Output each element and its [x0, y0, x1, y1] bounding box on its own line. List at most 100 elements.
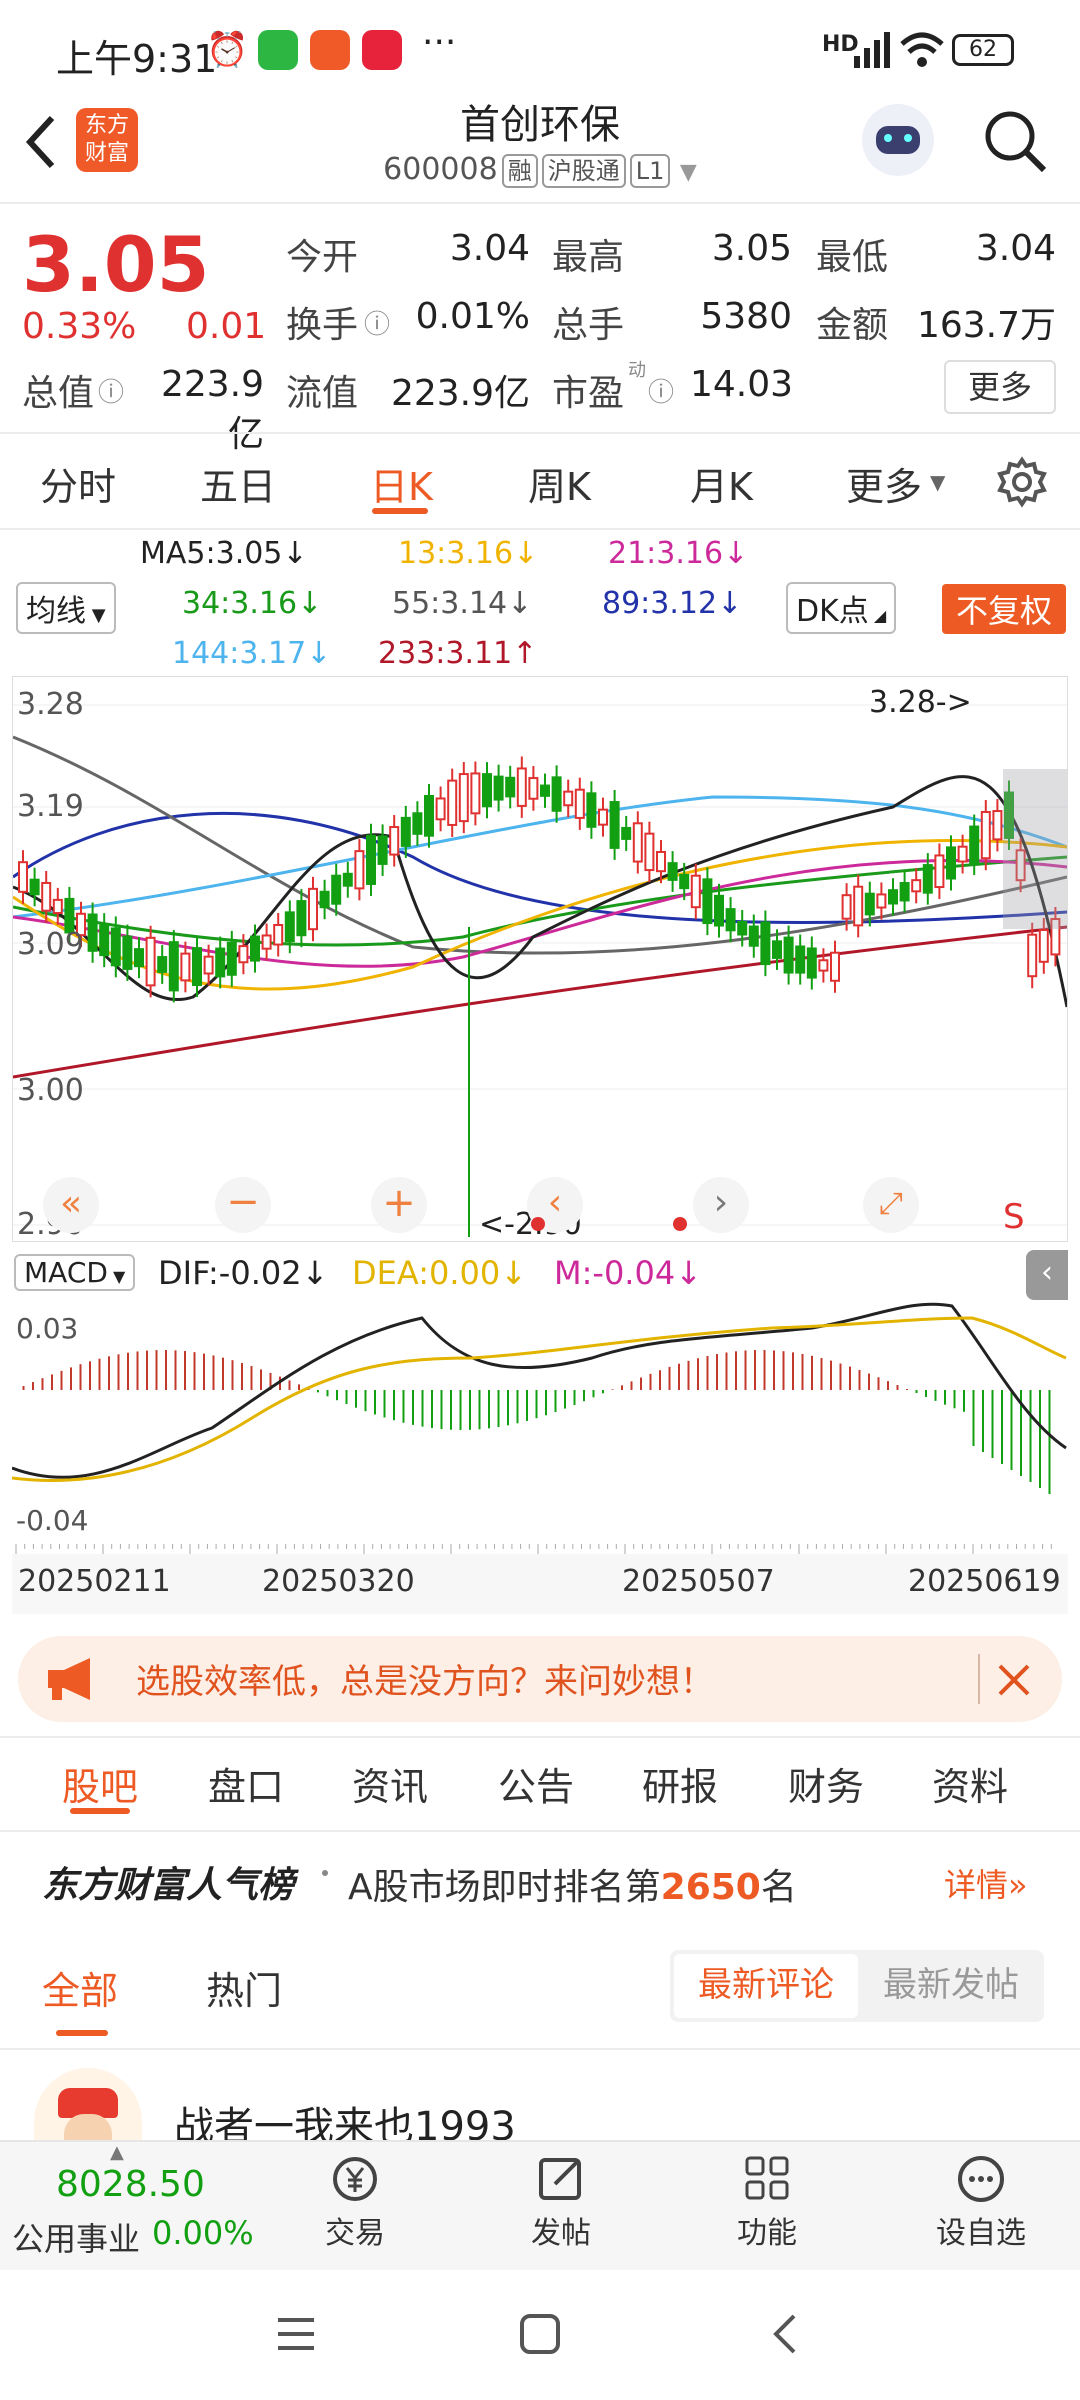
tab-research[interactable]: 研报	[642, 1756, 718, 1811]
low-value: 3.04	[975, 228, 1056, 269]
ma-selector[interactable]: 均线 ▼	[16, 582, 116, 634]
nav-add-watchlist[interactable]: 设自选	[916, 2154, 1046, 2264]
tab-intraday[interactable]: 分时	[40, 456, 116, 511]
nav-trade-label: 交易	[325, 2216, 385, 2251]
candle-body	[853, 885, 864, 927]
index-name[interactable]: 公用事业	[12, 2214, 140, 2260]
filter-hot[interactable]: 热门	[206, 1960, 282, 2015]
banner-text: 选股效率低，总是没方向？来问妙想！	[136, 1662, 714, 1702]
home-icon[interactable]	[518, 2312, 562, 2356]
candle-body	[180, 952, 191, 982]
date-label-3: 20250507	[622, 1564, 775, 1599]
edit-icon	[539, 2158, 581, 2200]
nav-post[interactable]: 发帖	[506, 2154, 616, 2264]
zoom-out-icon[interactable]: −	[215, 1177, 271, 1233]
more-circle-icon	[958, 2156, 1004, 2202]
popularity-brand: 东方财富人气榜	[42, 1865, 295, 1906]
event-dot[interactable]	[531, 1217, 545, 1231]
tab-news[interactable]: 资讯	[352, 1756, 428, 1811]
menu-icon[interactable]	[274, 2314, 318, 2354]
candle-body	[783, 936, 794, 974]
low-label: 最低	[816, 237, 889, 278]
collapse-panel-icon[interactable]: ‹	[1026, 1250, 1068, 1300]
index-change[interactable]: 0.00%	[152, 2214, 254, 2252]
candle-body	[818, 959, 829, 972]
info-icon[interactable]: ⓘ	[364, 304, 390, 341]
dk-label: DK点	[796, 594, 869, 629]
ai-banner[interactable]: 选股效率低，总是没方向？来问妙想！	[18, 1636, 1062, 1722]
dot-separator	[322, 1870, 328, 1876]
candle-body	[261, 934, 272, 950]
search-icon[interactable]	[982, 108, 1048, 174]
corner-caret-icon: ◢	[868, 606, 887, 625]
nav-functions[interactable]: 功能	[712, 2154, 822, 2264]
indicator-selector[interactable]: MACD ▼	[14, 1254, 136, 1291]
banner-divider	[0, 1736, 1080, 1738]
fullscreen-icon[interactable]: ⤢	[863, 1177, 919, 1233]
kline-chart[interactable]: 3.28 3.19 3.09 3.00 2.90 3.28-> <-2.90 «…	[12, 676, 1068, 1242]
rank-detail-link[interactable]: 详情»	[944, 1860, 1028, 1906]
y-label-2: 3.19	[17, 789, 84, 824]
candle-body	[273, 924, 284, 946]
grid-icon	[745, 2156, 789, 2200]
candle-body	[772, 940, 782, 959]
more-button[interactable]: 更多	[944, 360, 1056, 414]
back-icon[interactable]	[766, 2312, 806, 2356]
tab-panko[interactable]: 盘口	[208, 1756, 284, 1811]
close-icon[interactable]	[994, 1660, 1034, 1700]
selection-highlight	[1003, 769, 1067, 929]
change-percent: 0.33%	[22, 306, 137, 347]
candle-body	[377, 835, 388, 865]
candle-body	[366, 834, 376, 885]
macd-svg	[12, 1302, 1067, 1494]
tab-announcements[interactable]: 公告	[498, 1756, 574, 1811]
sort-latest-post[interactable]: 最新发帖	[862, 1954, 1040, 2018]
sort-latest-comment[interactable]: 最新评论	[674, 1954, 858, 2018]
tab-guba[interactable]: 股吧	[62, 1756, 138, 1811]
candle-body	[203, 955, 214, 975]
candle-body	[389, 826, 400, 856]
info-icon[interactable]: ⓘ	[98, 372, 124, 409]
date-label-4: 20250619	[908, 1564, 1061, 1599]
dk-point-button[interactable]: DK点 ◢	[786, 582, 897, 634]
candle-body	[609, 801, 620, 849]
macd-chart[interactable]: 0.03 -0.04	[12, 1298, 1068, 1544]
candle-body	[841, 894, 852, 920]
assistant-avatar-icon[interactable]	[862, 104, 934, 176]
candle-body	[1038, 928, 1049, 963]
event-dot[interactable]	[673, 1217, 687, 1231]
adjust-button[interactable]: 不复权	[942, 584, 1067, 634]
candle-body	[342, 872, 353, 887]
tab-profile[interactable]: 资料	[932, 1756, 1008, 1811]
candle-body	[702, 878, 713, 925]
header-divider	[0, 202, 1080, 204]
index-value[interactable]: 8028.50	[56, 2164, 205, 2205]
y-label-top: 3.28	[17, 687, 84, 722]
more-notifications-icon: ···	[422, 22, 457, 63]
candle-body	[331, 874, 342, 905]
candle-body	[470, 772, 481, 815]
tab-five-day[interactable]: 五日	[200, 456, 276, 511]
candle-body	[714, 894, 724, 927]
tab-finance[interactable]: 财务	[788, 1756, 864, 1811]
settings-gear-icon[interactable]	[996, 456, 1048, 508]
info-icon[interactable]: ⓘ	[648, 372, 674, 409]
volume-value: 5380	[700, 296, 792, 337]
nav-trade[interactable]: 交易	[300, 2154, 410, 2264]
candle-body	[447, 779, 458, 826]
candle-body	[656, 850, 666, 873]
zoom-in-icon[interactable]: +	[371, 1177, 427, 1233]
candle-body	[250, 935, 260, 962]
candle-body	[737, 920, 748, 936]
next-icon[interactable]: ›	[693, 1177, 749, 1233]
tab-more[interactable]: 更多	[846, 456, 922, 511]
date-axis: 20250211 20250320 20250507 20250619	[12, 1554, 1068, 1614]
tab-daily-k[interactable]: 日K	[370, 456, 433, 511]
tab-weekly-k[interactable]: 周K	[528, 456, 591, 511]
tab-monthly-k[interactable]: 月K	[690, 456, 753, 511]
filter-all[interactable]: 全部	[42, 1960, 118, 2015]
rewind-icon[interactable]: «	[43, 1177, 99, 1233]
float-label: 流值	[286, 373, 359, 414]
sell-signal[interactable]: S	[1003, 1197, 1025, 1237]
candle-body	[632, 822, 643, 863]
